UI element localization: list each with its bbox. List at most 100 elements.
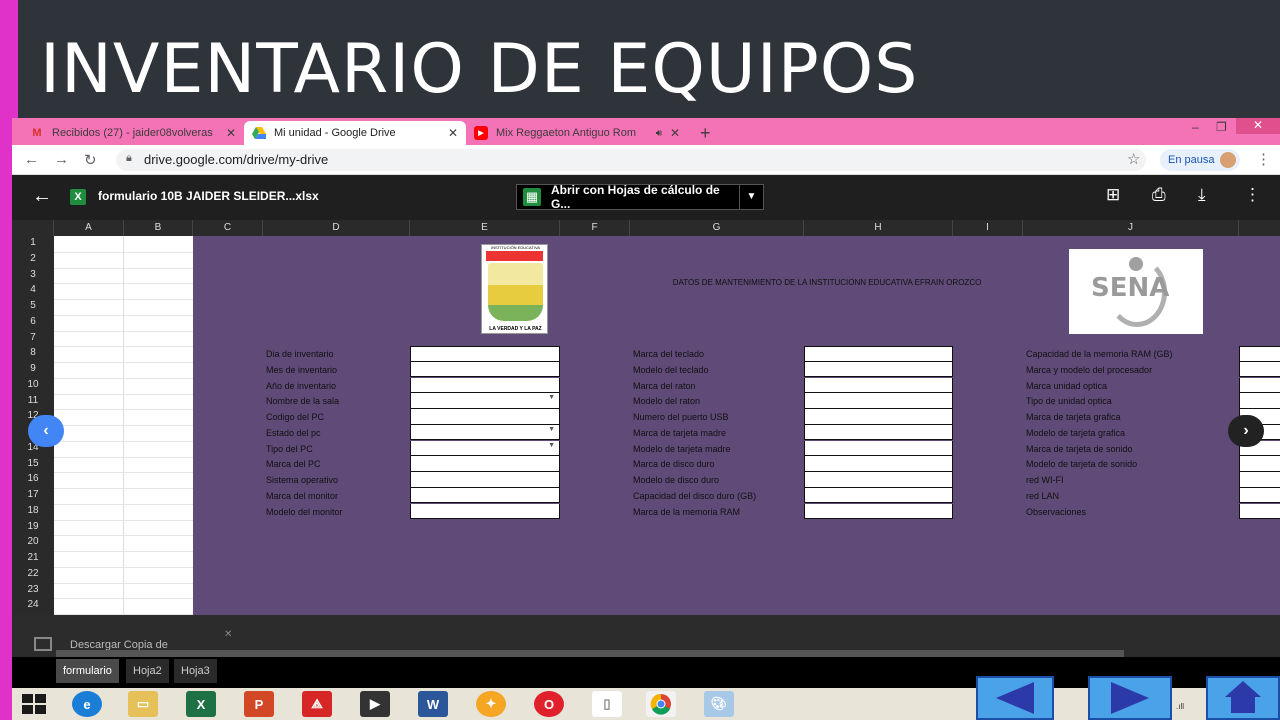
media-player-icon[interactable]: ▶ bbox=[360, 691, 390, 717]
download-icon[interactable]: ⤓ bbox=[1198, 185, 1206, 205]
open-with-button[interactable]: ▦ Abrir con Hojas de cálculo de G... ▼ bbox=[516, 183, 764, 211]
chrome-icon[interactable] bbox=[646, 691, 676, 717]
preview-toolbar: ← X formulario 10B JAIDER SLEIDER...xlsx… bbox=[12, 175, 1280, 220]
more-options-icon[interactable]: ⋮ bbox=[1244, 185, 1261, 205]
close-icon[interactable]: ✕ bbox=[670, 126, 680, 140]
field-label: Marca de tarjeta de sonido bbox=[1026, 443, 1133, 454]
powerpoint-icon[interactable]: P bbox=[244, 691, 274, 717]
close-icon[interactable]: ✕ bbox=[226, 126, 236, 140]
field-label: Año de inventario bbox=[266, 380, 337, 391]
new-tab-button[interactable]: + bbox=[700, 123, 711, 144]
speaker-icon[interactable]: 🔊︎ bbox=[656, 128, 662, 139]
next-slide-button[interactable] bbox=[1088, 676, 1172, 720]
browser-icon[interactable]: ✦ bbox=[476, 691, 506, 717]
sheet-tab-hoja3[interactable]: Hoja3 bbox=[174, 659, 217, 683]
input-cell[interactable] bbox=[410, 409, 560, 425]
input-cell[interactable] bbox=[1239, 503, 1280, 520]
input-cell[interactable] bbox=[804, 487, 953, 504]
close-icon[interactable]: ✕ bbox=[448, 126, 458, 140]
chevron-down-icon[interactable]: ▼ bbox=[739, 184, 763, 210]
input-cell[interactable] bbox=[1239, 456, 1280, 472]
previous-file-button[interactable]: ‹ bbox=[28, 415, 64, 447]
input-cell[interactable] bbox=[1239, 393, 1280, 409]
close-icon[interactable]: ✕ bbox=[224, 629, 232, 640]
grid-line bbox=[54, 503, 193, 505]
field-label: Marca unidad optica bbox=[1026, 380, 1108, 391]
close-preview-icon[interactable]: ← bbox=[32, 185, 52, 208]
window-close-button[interactable]: ✕ bbox=[1236, 118, 1280, 134]
input-cell[interactable] bbox=[804, 393, 953, 409]
input-cell[interactable]: ▼ bbox=[410, 393, 560, 409]
chevron-down-icon[interactable]: ▼ bbox=[548, 394, 555, 401]
next-file-button[interactable]: › bbox=[1228, 415, 1264, 447]
minimize-button[interactable]: – bbox=[1192, 120, 1199, 134]
input-cell[interactable] bbox=[410, 472, 560, 488]
input-cell[interactable] bbox=[410, 456, 560, 472]
input-cell[interactable] bbox=[804, 409, 953, 425]
maximize-button[interactable]: ❐ bbox=[1216, 120, 1227, 134]
browser-menu-icon[interactable]: ⋮ bbox=[1256, 150, 1271, 168]
input-cell[interactable] bbox=[1239, 472, 1280, 488]
url-field[interactable]: 🔒︎ drive.google.com/drive/my-drive bbox=[116, 149, 1146, 171]
input-cell[interactable] bbox=[1239, 487, 1280, 504]
forward-icon[interactable]: → bbox=[54, 151, 69, 168]
field-label: red WI-FI bbox=[1026, 475, 1064, 485]
row-number: 8 bbox=[30, 347, 36, 359]
reload-icon[interactable]: ↻ bbox=[84, 151, 97, 169]
input-cell[interactable] bbox=[804, 361, 953, 378]
input-cell[interactable] bbox=[804, 503, 953, 520]
sheet-tab-formulario[interactable]: formulario bbox=[56, 659, 119, 683]
input-cell[interactable] bbox=[804, 377, 953, 394]
crest-band bbox=[488, 305, 543, 321]
file-explorer-icon[interactable]: ▭ bbox=[128, 691, 158, 717]
input-cell[interactable]: ▼ bbox=[410, 424, 560, 441]
input-cell[interactable]: ▼ bbox=[410, 440, 560, 457]
back-icon[interactable]: ← bbox=[24, 151, 39, 168]
input-cell[interactable] bbox=[804, 346, 953, 362]
chevron-down-icon[interactable]: ▼ bbox=[548, 426, 555, 433]
tab-youtube[interactable]: ▶ Mix Reggaeton Antiguo Rom 🔊︎ ✕ bbox=[466, 121, 688, 145]
tab-drive[interactable]: Mi unidad - Google Drive ✕ bbox=[244, 121, 466, 145]
tab-gmail[interactable]: M Recibidos (27) - jaider08volveras ✕ bbox=[22, 121, 244, 145]
input-cell[interactable] bbox=[410, 503, 560, 520]
input-cell[interactable] bbox=[1239, 361, 1280, 378]
sena-logo: SENA bbox=[1069, 249, 1203, 334]
document-icon[interactable]: ▯ bbox=[592, 691, 622, 717]
add-comment-icon[interactable]: ⊞ bbox=[1106, 185, 1120, 205]
word-icon[interactable]: W bbox=[418, 691, 448, 717]
chevron-down-icon[interactable]: ▼ bbox=[548, 442, 555, 449]
grid-line bbox=[54, 251, 193, 253]
profile-status: En pausa bbox=[1168, 154, 1215, 166]
input-cell[interactable] bbox=[410, 346, 560, 362]
home-icon bbox=[1225, 681, 1261, 715]
sheet-tab-hoja2[interactable]: Hoja2 bbox=[126, 659, 169, 683]
internet-explorer-icon[interactable]: e bbox=[72, 691, 102, 717]
input-cell[interactable] bbox=[804, 424, 953, 441]
profile-button[interactable]: En pausa bbox=[1160, 149, 1240, 171]
bookmark-star-icon[interactable]: ☆ bbox=[1127, 150, 1140, 168]
input-cell[interactable] bbox=[410, 487, 560, 504]
input-cell[interactable] bbox=[804, 440, 953, 457]
field-label: Marca y modelo del procesador bbox=[1026, 364, 1153, 375]
input-cell[interactable] bbox=[1239, 346, 1280, 362]
input-cell[interactable] bbox=[1239, 377, 1280, 394]
pdf-reader-icon[interactable]: ⟁ bbox=[302, 691, 332, 717]
input-cell[interactable] bbox=[410, 361, 560, 378]
field-label: Sistema operativo bbox=[266, 475, 339, 485]
print-icon[interactable]: ⎙ bbox=[1152, 185, 1166, 205]
excel-icon[interactable]: X bbox=[186, 691, 216, 717]
windows-start-icon[interactable] bbox=[22, 694, 46, 714]
paint-icon[interactable]: 🎨︎ bbox=[704, 691, 734, 717]
input-cell[interactable] bbox=[804, 472, 953, 488]
opera-icon[interactable]: O bbox=[534, 691, 564, 717]
input-cell[interactable] bbox=[804, 456, 953, 472]
crest-ribbon bbox=[486, 251, 543, 261]
logo-figure-head bbox=[1129, 257, 1143, 271]
input-cell[interactable] bbox=[410, 377, 560, 394]
horizontal-scrollbar[interactable] bbox=[56, 650, 1124, 657]
crest-band bbox=[488, 285, 543, 305]
previous-slide-button[interactable] bbox=[976, 676, 1054, 720]
field-label: Modelo de tarjeta grafica bbox=[1026, 427, 1126, 438]
grid-line bbox=[54, 456, 193, 458]
home-slide-button[interactable] bbox=[1206, 676, 1280, 720]
